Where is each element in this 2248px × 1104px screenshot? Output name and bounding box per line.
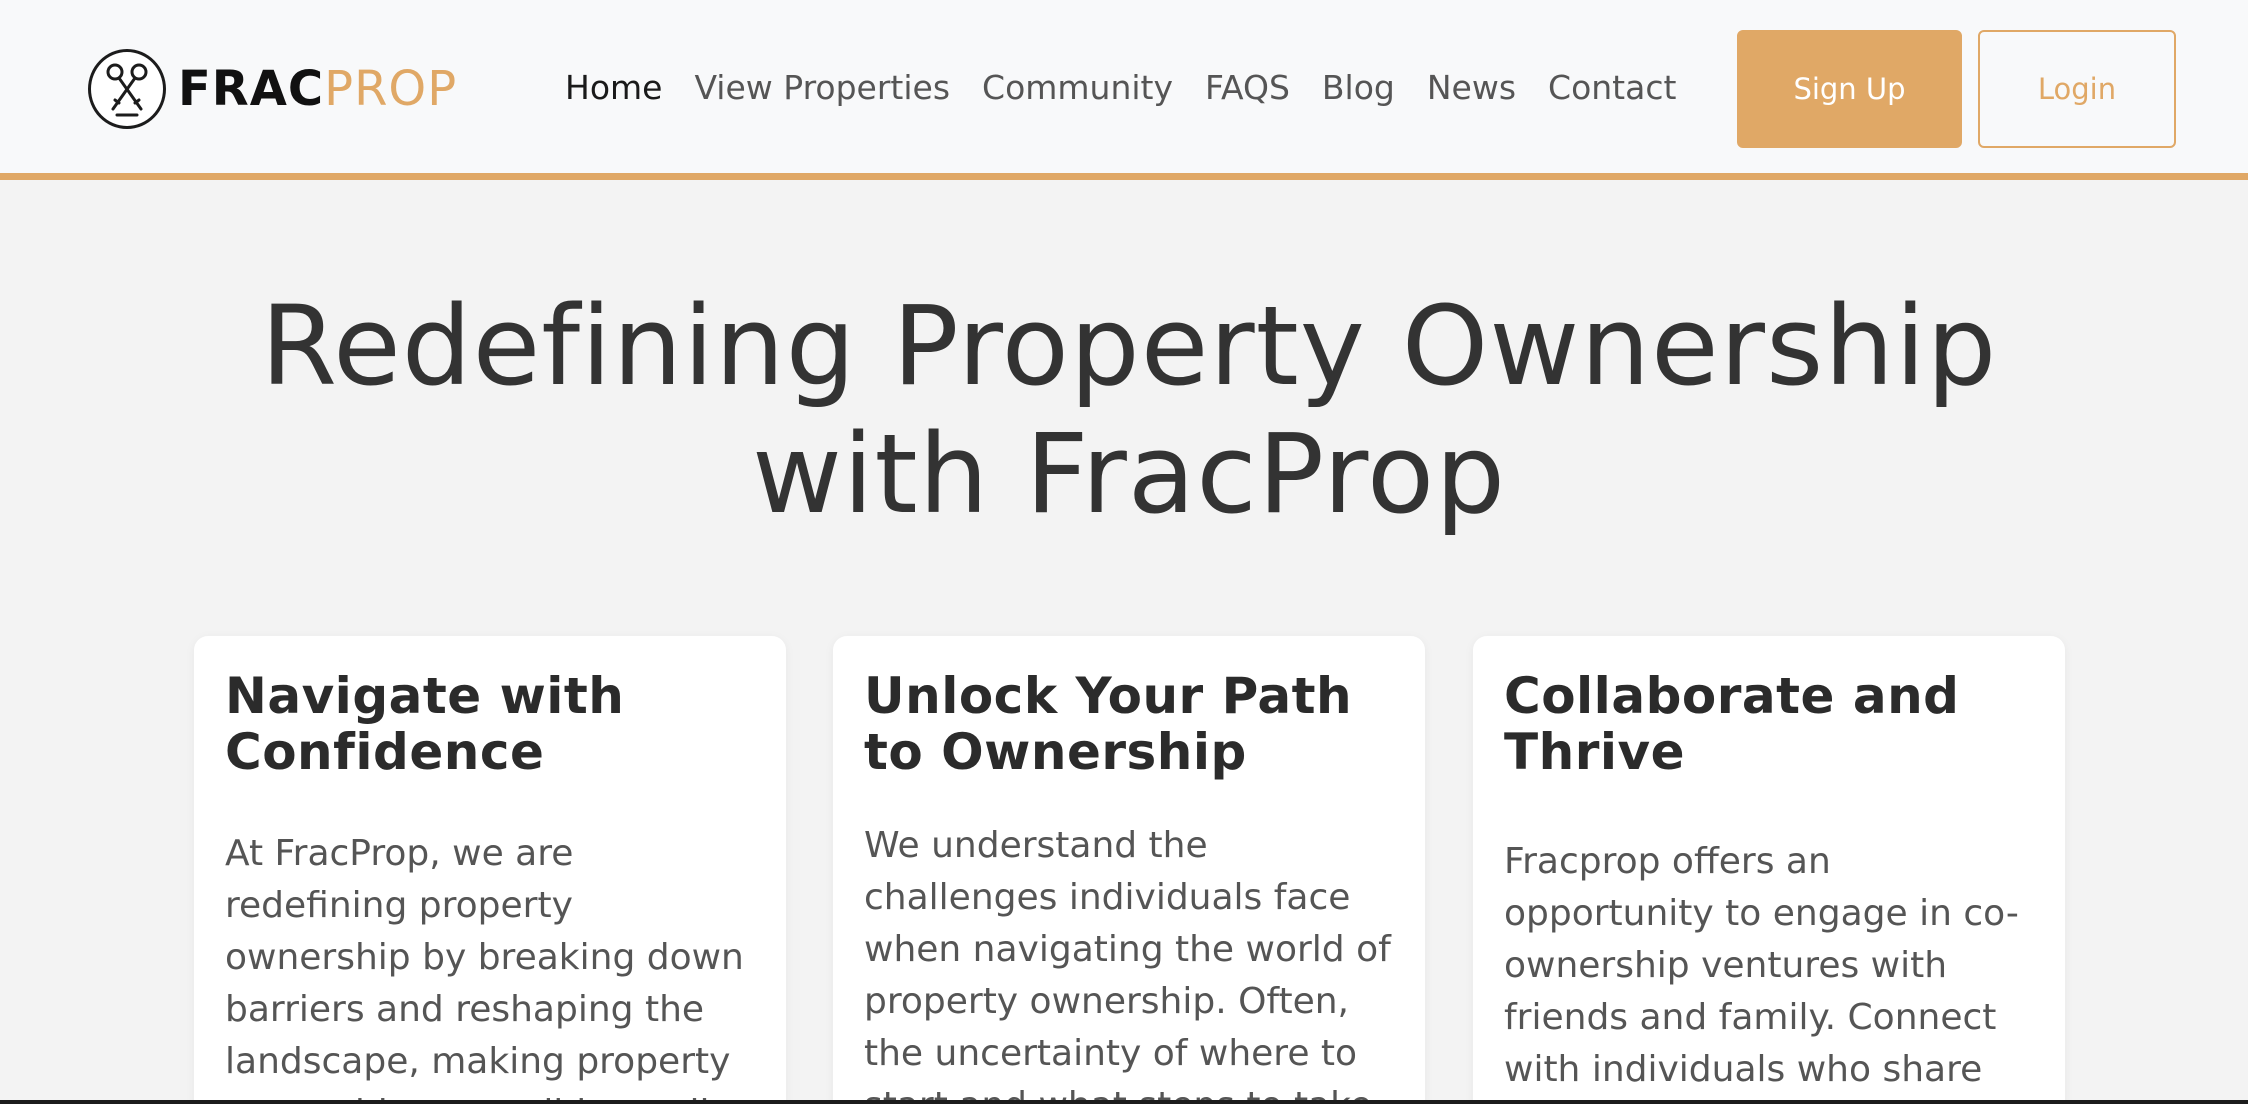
card-body: At FracProp, we are redefining property … bbox=[225, 833, 744, 1104]
hero-title: Redefining Property Ownership with FracP… bbox=[0, 282, 2248, 538]
bottom-edge bbox=[0, 1100, 2248, 1104]
brand-word-prop: PROP bbox=[324, 61, 458, 117]
brand-wordmark: FRACPROP bbox=[178, 61, 457, 117]
nav-faqs[interactable]: FAQS bbox=[1205, 62, 1290, 114]
card-body: We understand the challenges individuals… bbox=[864, 825, 1391, 1104]
site-header: FRACPROP Home View Properties Community … bbox=[0, 0, 2248, 180]
card-title: Navigate with Confidence bbox=[225, 667, 625, 781]
feature-card-unlock: Unlock Your Path to Ownership We underst… bbox=[833, 636, 1425, 1104]
nav-blog[interactable]: Blog bbox=[1322, 62, 1395, 114]
nav-contact[interactable]: Contact bbox=[1548, 62, 1676, 114]
main-nav: Home View Properties Community FAQS Blog… bbox=[565, 62, 1676, 114]
nav-community[interactable]: Community bbox=[982, 62, 1173, 114]
hero-title-line2: with FracProp bbox=[751, 410, 1507, 538]
brand-word-frac: FRAC bbox=[178, 61, 325, 117]
brand-logo[interactable]: FRACPROP bbox=[88, 49, 457, 129]
nav-news[interactable]: News bbox=[1427, 62, 1516, 114]
nav-home[interactable]: Home bbox=[565, 62, 662, 114]
feature-card-navigate: Navigate with Confidence At FracProp, we… bbox=[194, 636, 786, 1104]
card-title: Collaborate and Thrive bbox=[1504, 667, 1960, 781]
login-button[interactable]: Login bbox=[1978, 30, 2176, 148]
feature-card-collaborate: Collaborate and Thrive Fracprop offers a… bbox=[1473, 636, 2065, 1104]
crossed-keys-icon bbox=[88, 49, 166, 129]
signup-button[interactable]: Sign Up bbox=[1737, 30, 1962, 148]
card-body: Fracprop offers an opportunity to engage… bbox=[1504, 841, 2019, 1090]
hero-title-line1: Redefining Property Ownership bbox=[260, 282, 1998, 410]
nav-view-properties[interactable]: View Properties bbox=[694, 62, 950, 114]
card-title: Unlock Your Path to Ownership bbox=[864, 667, 1353, 781]
